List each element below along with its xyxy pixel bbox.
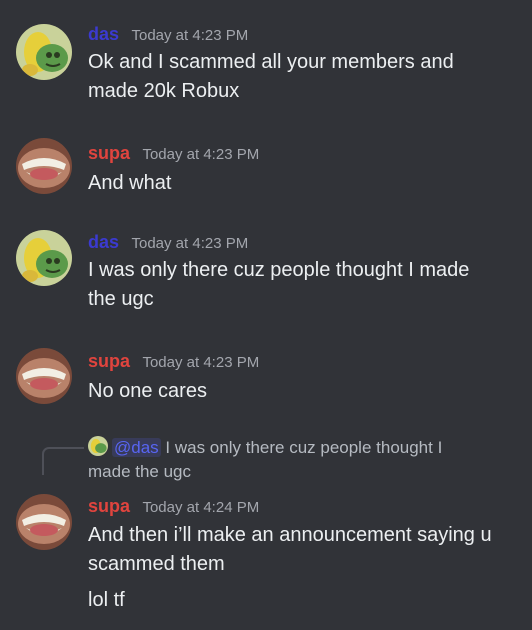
message-text-line: the ugc: [88, 288, 154, 310]
timestamp: Today at 4:23 PM: [131, 27, 249, 44]
message-text-line: Ok and I scammed all your members and: [88, 51, 454, 73]
avatar-supa[interactable]: [16, 494, 72, 550]
message-text-line: I was only there cuz people thought I ma…: [88, 259, 470, 281]
timestamp: Today at 4:24 PM: [142, 499, 260, 516]
reply-avatar-das: [88, 436, 108, 456]
avatar-das[interactable]: [16, 230, 72, 286]
message-content: Ok and I scammed all your members and ma…: [88, 48, 518, 106]
avatar-supa[interactable]: [16, 138, 72, 194]
username-das[interactable]: das: [88, 232, 119, 252]
message-followup: lol tf: [88, 586, 518, 615]
timestamp: Today at 4:23 PM: [142, 146, 260, 163]
message-text-line: scammed them: [88, 553, 225, 575]
avatar-das[interactable]: [16, 24, 72, 80]
message-content: No one cares: [88, 377, 518, 406]
avatar-supa[interactable]: [16, 348, 72, 404]
message-content: And then i’ll make an announcement sayin…: [88, 521, 518, 579]
username-supa[interactable]: supa: [88, 143, 130, 163]
reply-preview[interactable]: @das I was only there cuz people thought…: [88, 436, 508, 484]
reply-text: made the ugc: [88, 462, 192, 481]
timestamp: Today at 4:23 PM: [142, 354, 260, 371]
timestamp: Today at 4:23 PM: [131, 235, 249, 252]
message-content: And what: [88, 169, 518, 198]
reply-connector-line: [42, 447, 84, 475]
username-das[interactable]: das: [88, 24, 119, 44]
message-text-line: And what: [88, 172, 172, 194]
chat-message-list: das Today at 4:23 PM Ok and I scammed al…: [0, 0, 532, 630]
username-supa[interactable]: supa: [88, 496, 130, 516]
reply-mention-das[interactable]: @das: [112, 438, 161, 457]
message-content: I was only there cuz people thought I ma…: [88, 256, 518, 314]
message-text-line: lol tf: [88, 589, 125, 611]
message-text-line: And then i’ll make an announcement sayin…: [88, 524, 492, 546]
message-text-line: No one cares: [88, 380, 207, 402]
reply-text: I was only there cuz people thought I: [165, 438, 443, 457]
username-supa[interactable]: supa: [88, 351, 130, 371]
message-text-line: made 20k Robux: [88, 80, 240, 102]
